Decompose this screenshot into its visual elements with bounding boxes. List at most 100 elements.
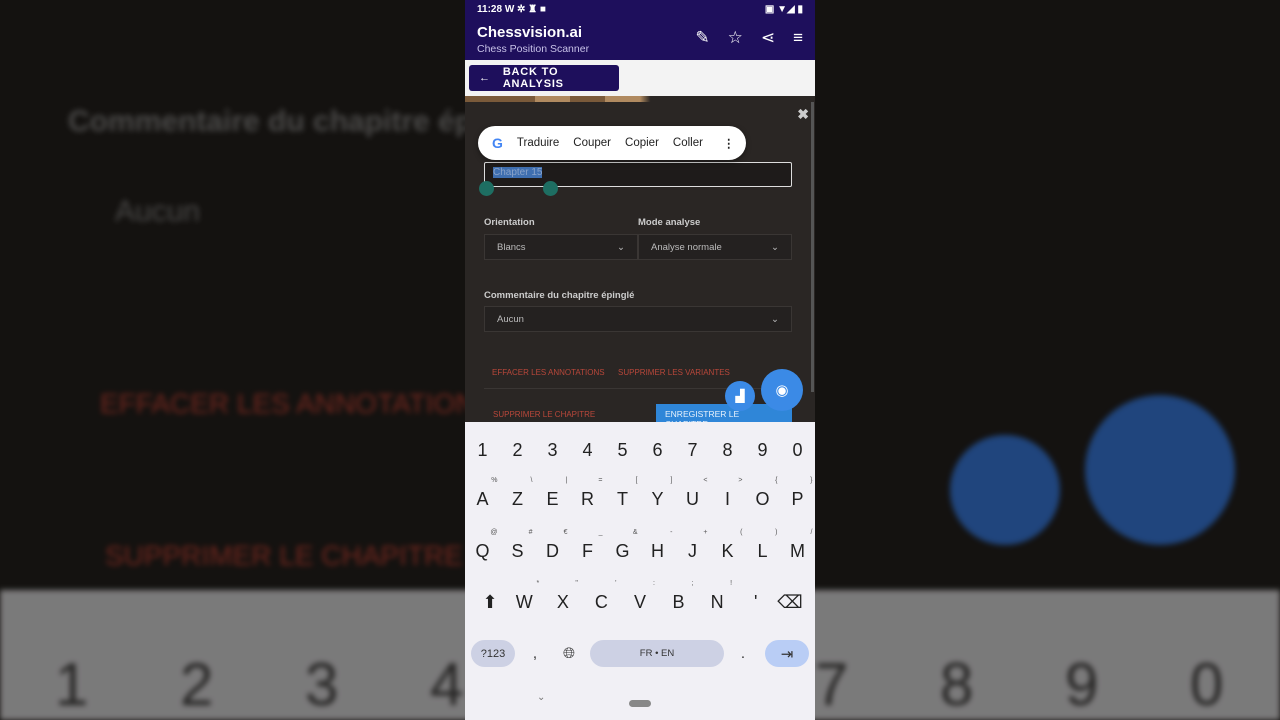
key[interactable]: ': [741, 592, 771, 613]
menu-translate[interactable]: Traduire: [517, 137, 559, 149]
key[interactable]: Z \: [503, 477, 533, 510]
gallery-fab[interactable]: ▟: [725, 381, 755, 411]
key[interactable]: E |: [538, 477, 567, 510]
space-bar[interactable]: FR • EN: [590, 640, 724, 667]
key-alt: :: [653, 580, 655, 587]
key[interactable]: 7: [678, 440, 708, 461]
star-icon[interactable]: ☆: [728, 28, 743, 48]
key[interactable]: G &: [608, 529, 637, 562]
arrow-left-icon: ←: [479, 72, 491, 84]
key[interactable]: R =: [573, 477, 603, 510]
key-label: Q: [475, 541, 490, 561]
key[interactable]: D €: [538, 529, 568, 562]
close-icon[interactable]: ✖: [797, 106, 809, 123]
selected-text: Chapter 15: [493, 167, 543, 178]
mode-select[interactable]: Analyse normale ⌄: [638, 234, 792, 260]
key-label: E: [546, 489, 559, 509]
app-title: Chessvision.ai: [477, 24, 583, 41]
key[interactable]: Q @: [468, 529, 497, 562]
key[interactable]: X ": [548, 580, 578, 613]
menu-icon[interactable]: ≡: [793, 28, 803, 48]
key[interactable]: Y]: [643, 477, 672, 510]
key-label: F: [582, 541, 593, 561]
scrollbar[interactable]: [811, 102, 814, 392]
gesture-bar[interactable]: [629, 700, 651, 707]
key[interactable]: 1: [468, 440, 498, 461]
key[interactable]: S #: [503, 529, 532, 562]
number-row: 1234567890: [465, 440, 815, 461]
shift-key[interactable]: ⬆: [475, 592, 505, 613]
selection-handle-start[interactable]: [479, 181, 494, 196]
key[interactable]: I >: [713, 477, 743, 510]
hide-keyboard-icon[interactable]: ⌄: [537, 692, 545, 703]
chapter-name-input[interactable]: Chapter 15: [484, 162, 792, 187]
key[interactable]: 6: [643, 440, 673, 461]
image-icon: ▟: [735, 389, 745, 403]
key-label: A: [476, 489, 489, 509]
comment-select[interactable]: Aucun ⌄: [484, 306, 792, 332]
clear-annotations-button[interactable]: EFFACER LES ANNOTATIONS: [492, 368, 605, 377]
key-alt: (: [740, 529, 743, 536]
key[interactable]: L): [748, 529, 777, 562]
menu-paste[interactable]: Coller: [673, 137, 703, 149]
key-label: Y: [651, 489, 664, 509]
key-label: R: [581, 489, 594, 509]
bg-camera: [1085, 395, 1235, 545]
delete-variations-button[interactable]: SUPPRIMER LES VARIANTES: [618, 368, 730, 377]
menu-copy[interactable]: Copier: [625, 137, 659, 149]
key[interactable]: W *: [509, 580, 540, 613]
key-label: B: [672, 592, 685, 612]
comma-emoji-key[interactable]: ,: [523, 640, 547, 667]
key[interactable]: P}: [783, 477, 812, 510]
key-label: D: [546, 541, 559, 561]
delete-chapter-button[interactable]: SUPPRIMER LE CHAPITRE: [493, 410, 595, 419]
symbols-key[interactable]: ?123: [471, 640, 515, 667]
key-alt: ): [775, 529, 778, 536]
more-icon[interactable]: ⋮: [723, 136, 735, 150]
key[interactable]: B;: [664, 580, 694, 613]
key-alt: =: [598, 477, 603, 484]
key[interactable]: C ': [586, 580, 617, 613]
next-field-key[interactable]: ⇥: [765, 640, 809, 667]
key[interactable]: T[: [608, 477, 638, 510]
key[interactable]: 2: [503, 440, 533, 461]
key[interactable]: K(: [713, 529, 742, 562]
letter-row-3: ⬆ W * X " C ' V: B; N! ' ⌫: [465, 580, 815, 613]
period-key[interactable]: .: [733, 640, 753, 667]
key[interactable]: F _: [573, 529, 603, 562]
key-label: S: [511, 541, 524, 561]
key-alt: €: [563, 529, 568, 536]
backspace-key[interactable]: ⌫: [775, 592, 805, 613]
key[interactable]: 3: [538, 440, 568, 461]
key-alt: |: [565, 477, 568, 484]
key[interactable]: 4: [573, 440, 603, 461]
key[interactable]: A%: [468, 477, 497, 510]
key[interactable]: H-: [643, 529, 673, 562]
keyboard: 1234567890 A% Z \ E | R = T[Y] U < I > O{P} Q @ S # D € F _…: [465, 422, 815, 720]
back-to-analysis-button[interactable]: ← BACK TO ANALYSIS: [469, 65, 619, 91]
key[interactable]: V:: [625, 580, 655, 613]
globe-icon[interactable]: 🌐︎: [557, 640, 581, 667]
key[interactable]: N!: [702, 580, 733, 613]
text-selection-menu: G Traduire Couper Copier Coller ⋮: [478, 126, 746, 160]
key[interactable]: O{: [748, 477, 777, 510]
key[interactable]: 9: [748, 440, 778, 461]
key-label: X: [556, 592, 569, 612]
selection-handle-end[interactable]: [543, 181, 558, 196]
bg-comment-value: Aucun: [115, 195, 201, 228]
key[interactable]: J +: [678, 529, 708, 562]
key[interactable]: 8: [713, 440, 743, 461]
key[interactable]: 0: [783, 440, 813, 461]
key[interactable]: 5: [608, 440, 638, 461]
orientation-select[interactable]: Blancs ⌄: [484, 234, 638, 260]
camera-fab[interactable]: ◉: [761, 369, 803, 411]
chevron-down-icon: ⌄: [771, 314, 779, 325]
menu-cut[interactable]: Couper: [573, 137, 611, 149]
key-alt: &: [632, 529, 638, 536]
key[interactable]: M /: [783, 529, 813, 562]
key-alt: >: [738, 477, 743, 484]
edit-icon[interactable]: ✎: [695, 28, 709, 48]
key-alt: [: [635, 477, 638, 484]
key[interactable]: U <: [678, 477, 708, 510]
share-icon[interactable]: ⋖: [761, 28, 775, 48]
